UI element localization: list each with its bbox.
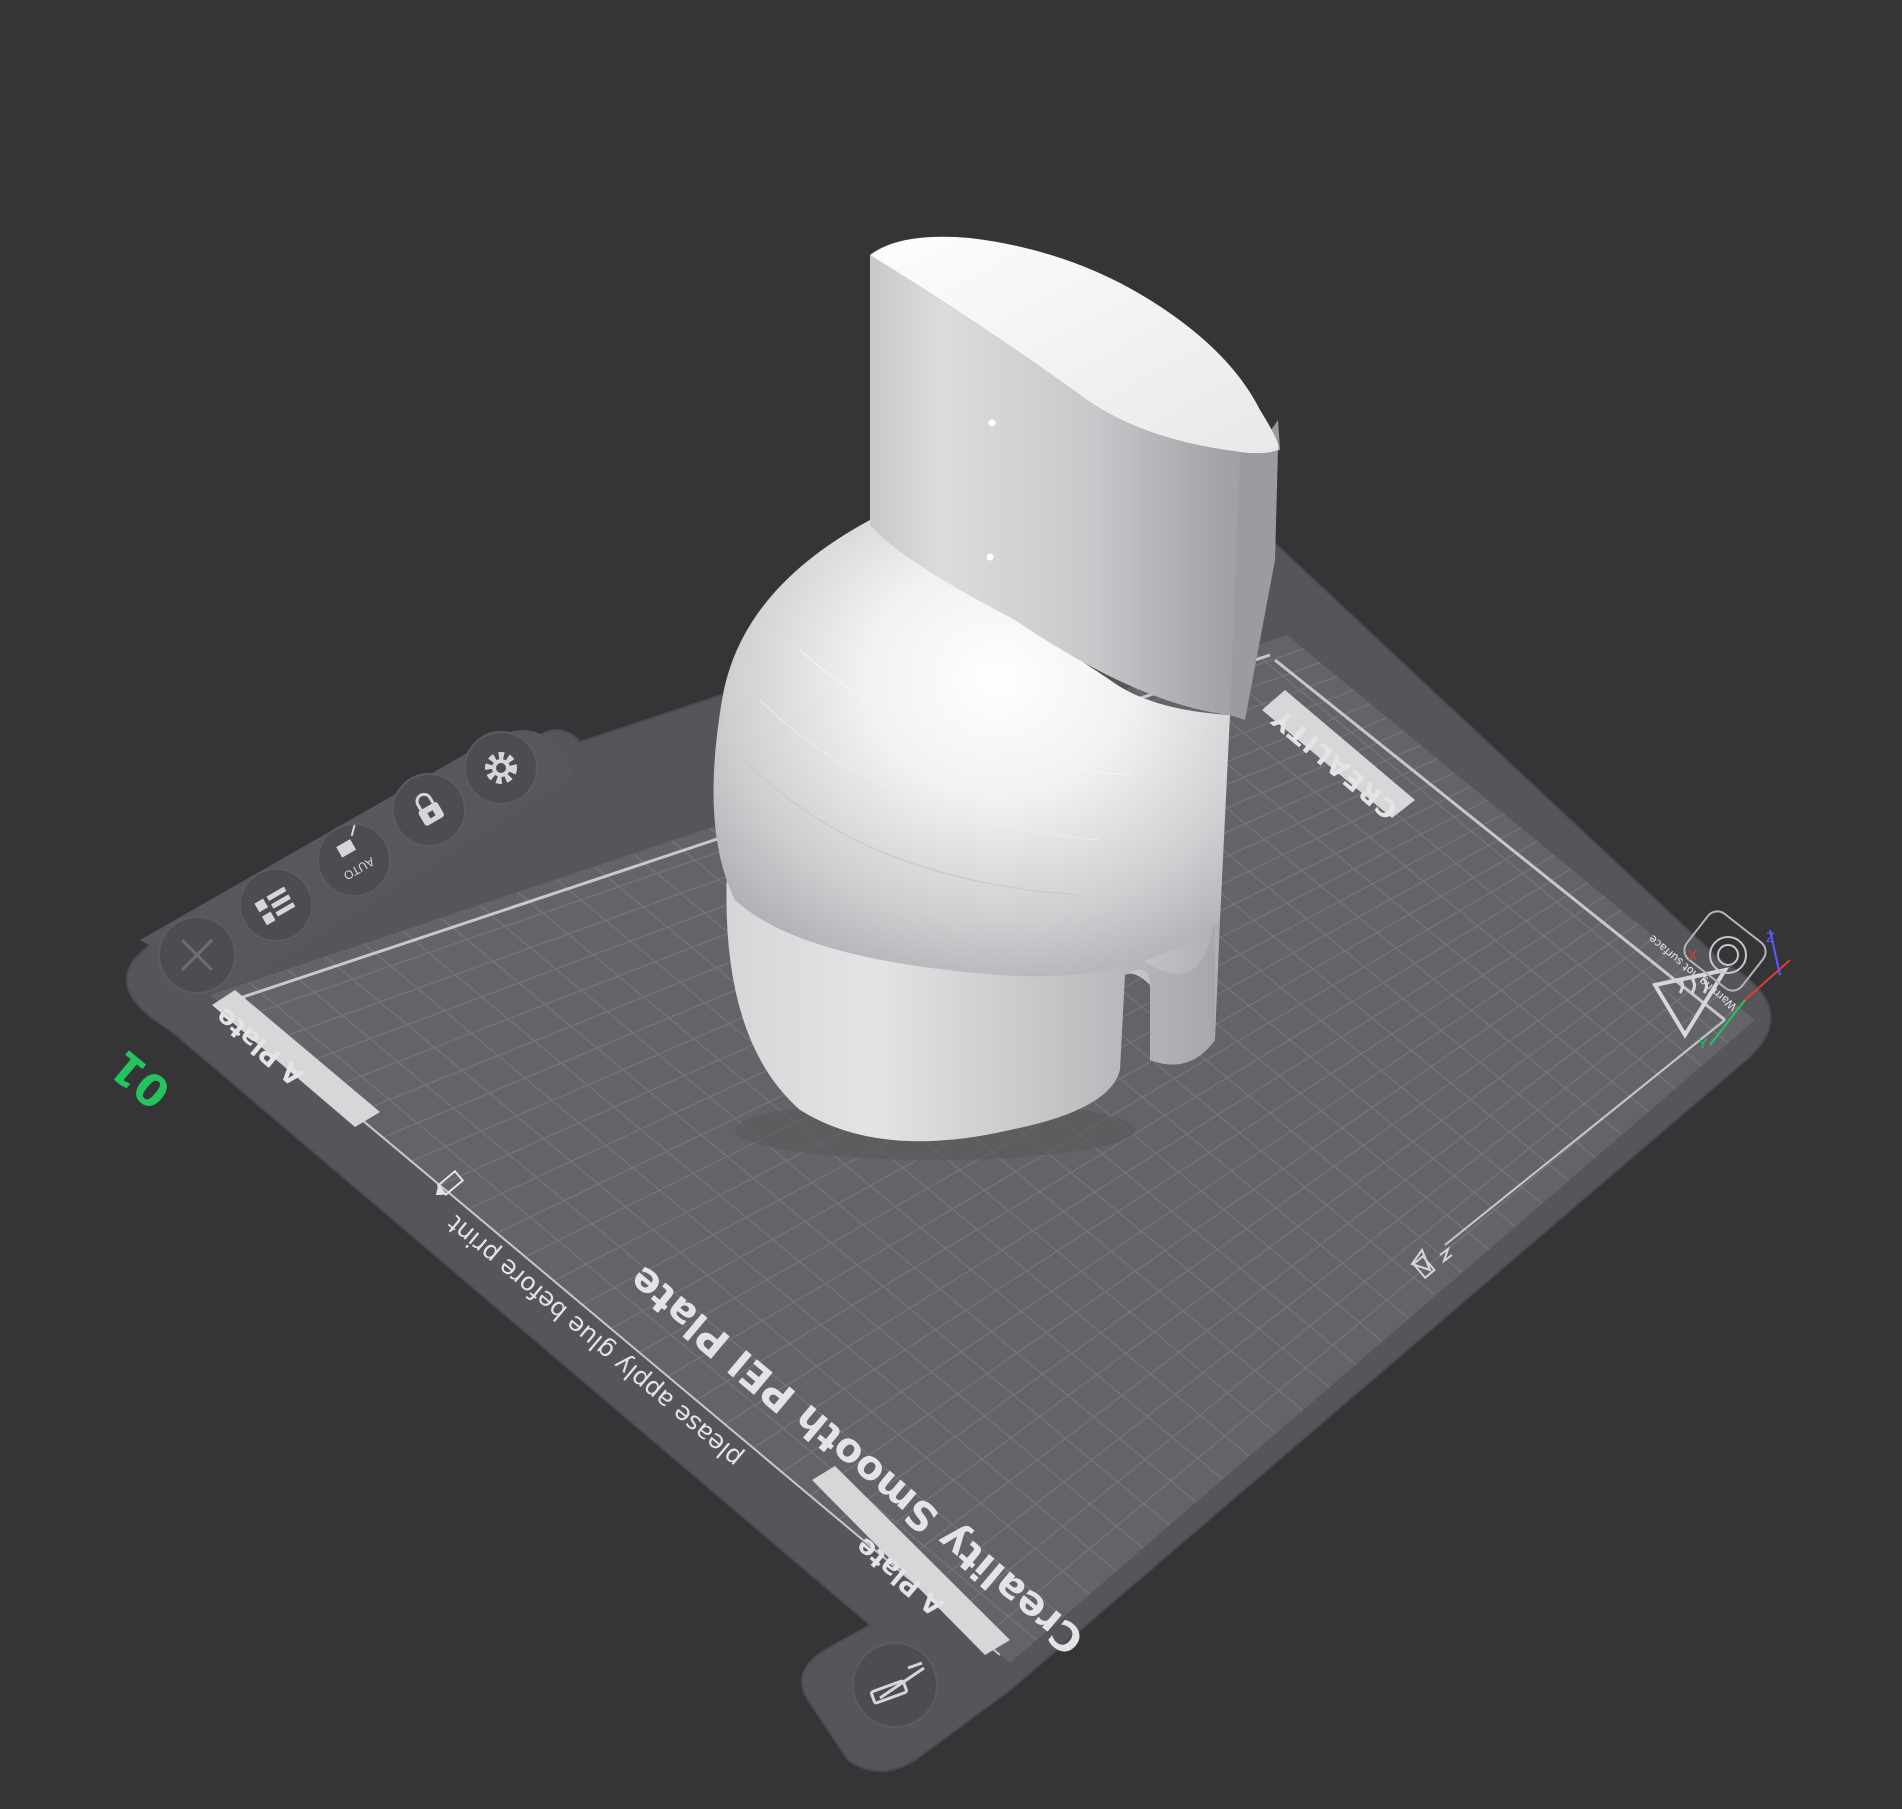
lock-button[interactable] [392,773,466,847]
plate-number[interactable]: 01 [101,1040,181,1118]
axis-z-label: Z [1766,929,1775,945]
axis-x-label: X [1688,947,1698,963]
viewport-canvas[interactable]: A Plate A Plate CREALITY Creality Smooth… [0,0,1902,1809]
arrange-button[interactable] [239,868,313,942]
auto-orient-button[interactable]: AUTO [317,823,391,897]
3d-model[interactable] [713,236,1280,1160]
gear-icon [485,752,517,784]
edit-plate-button[interactable] [852,1642,938,1728]
delete-plate-button[interactable] [158,916,236,994]
plate-settings-button[interactable] [464,731,538,805]
3d-viewport[interactable]: A Plate A Plate CREALITY Creality Smooth… [0,0,1902,1809]
axis-y-label: Y [1698,1035,1708,1051]
